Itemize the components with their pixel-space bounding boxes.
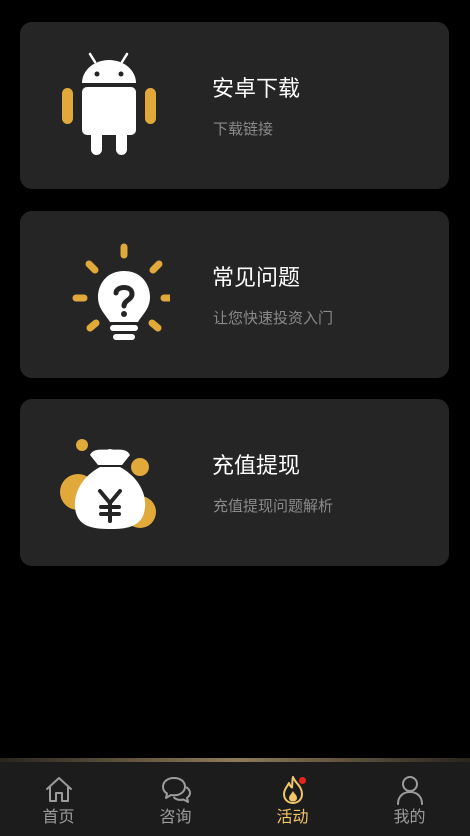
notification-dot [299, 777, 306, 784]
card-subtitle: 让您快速投资入门 [213, 309, 334, 327]
tab-label: 活动 [276, 807, 309, 826]
bottom-tab-bar: 首页 咨询 活动 我的 [0, 758, 470, 836]
card-title: 安卓下载 [212, 77, 301, 102]
tab-label: 我的 [393, 807, 426, 826]
money-bag-yen-icon [60, 427, 170, 537]
android-icon [60, 50, 170, 160]
card-subtitle: 充值提现问题解析 [213, 497, 334, 515]
user-icon [394, 774, 426, 806]
lightbulb-question-icon [60, 239, 176, 349]
deposit-withdraw-card[interactable]: 充值提现 充值提现问题解析 [20, 399, 449, 566]
faq-card[interactable]: 常见问题 让您快速投资入门 [20, 211, 449, 378]
tab-mine[interactable]: 我的 [351, 762, 468, 836]
home-icon [43, 774, 75, 806]
chat-bubbles-icon [160, 774, 192, 806]
card-title: 充值提现 [212, 454, 301, 479]
card-title: 常见问题 [212, 266, 301, 291]
tab-home[interactable]: 首页 [0, 762, 117, 836]
card-subtitle: 下载链接 [213, 120, 274, 138]
tab-consult[interactable]: 咨询 [117, 762, 234, 836]
tab-activity[interactable]: 活动 [234, 762, 351, 836]
tab-label: 首页 [42, 807, 75, 826]
tab-label: 咨询 [159, 807, 192, 826]
android-download-card[interactable]: 安卓下载 下载链接 [20, 22, 449, 189]
